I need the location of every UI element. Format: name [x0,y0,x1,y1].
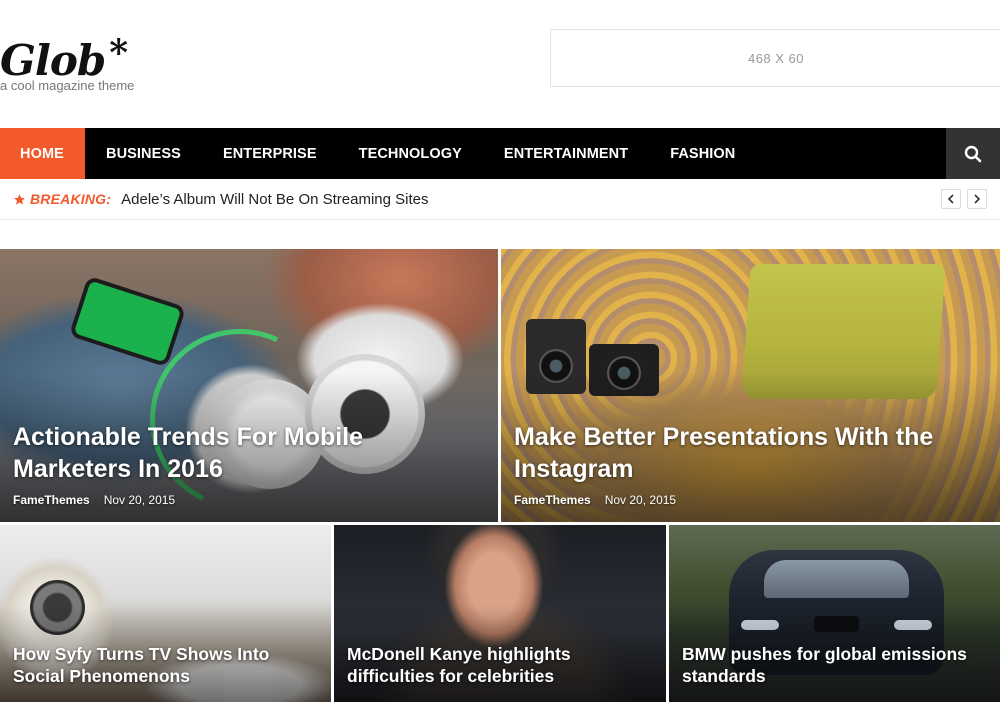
star-icon [14,193,25,205]
search-button[interactable] [946,128,1000,179]
post-card[interactable]: BMW pushes for global emissions standard… [669,525,1000,702]
post-date: Nov 20, 2015 [604,493,677,507]
post-card[interactable]: How Syfy Turns TV Shows Into Social Phen… [0,525,331,702]
ad-banner-placeholder[interactable]: 468 X 60 [550,29,1000,87]
prev-button[interactable] [941,189,961,209]
breaking-label-text: BREAKING: [30,191,112,207]
nav-item-business[interactable]: BUSINESS [85,128,202,179]
chevron-right-icon [974,194,981,204]
post-title[interactable]: Actionable Trends For Mobile Marketers I… [13,421,483,485]
featured-post-card[interactable]: Make Better Presentations With the Insta… [501,249,1000,522]
post-card[interactable]: McDonell Kanye highlights difficulties f… [334,525,666,702]
post-title[interactable]: Make Better Presentations With the Insta… [514,421,984,485]
site-tagline: a cool magazine theme [0,78,135,93]
post-author[interactable]: FameThemes [13,493,90,507]
main-nav: HOME BUSINESS ENTERPRISE TECHNOLOGY ENTE… [0,128,1000,179]
post-title[interactable]: BMW pushes for global emissions standard… [682,643,992,687]
nav-item-home[interactable]: HOME [0,128,85,179]
search-icon [964,145,982,162]
next-button[interactable] [967,189,987,209]
post-date: Nov 20, 2015 [103,493,176,507]
post-meta: FameThemes Nov 20, 2015 [13,493,175,507]
ad-size-label: 468 X 60 [747,50,805,66]
post-meta: FameThemes Nov 20, 2015 [514,493,676,507]
post-title[interactable]: McDonell Kanye highlights difficulties f… [347,643,657,687]
featured-post-card[interactable]: Actionable Trends For Mobile Marketers I… [0,249,498,522]
chevron-left-icon [947,194,954,204]
site-header: Glob * a cool magazine theme 468 X 60 [0,0,1000,128]
nav-item-enterprise[interactable]: ENTERPRISE [202,128,338,179]
nav-item-entertainment[interactable]: ENTERTAINMENT [483,128,649,179]
post-title[interactable]: How Syfy Turns TV Shows Into Social Phen… [13,643,323,687]
breaking-news-bar: BREAKING: Adele’s Album Will Not Be On S… [0,179,1000,220]
breaking-label: BREAKING: [13,191,111,207]
nav-item-fashion[interactable]: FASHION [649,128,756,179]
nav-item-technology[interactable]: TECHNOLOGY [338,128,483,179]
post-author[interactable]: FameThemes [514,493,591,507]
breaking-nav [941,189,987,209]
breaking-headline-link[interactable]: Adele’s Album Will Not Be On Streaming S… [121,191,428,208]
logo-mark: * [109,32,128,74]
